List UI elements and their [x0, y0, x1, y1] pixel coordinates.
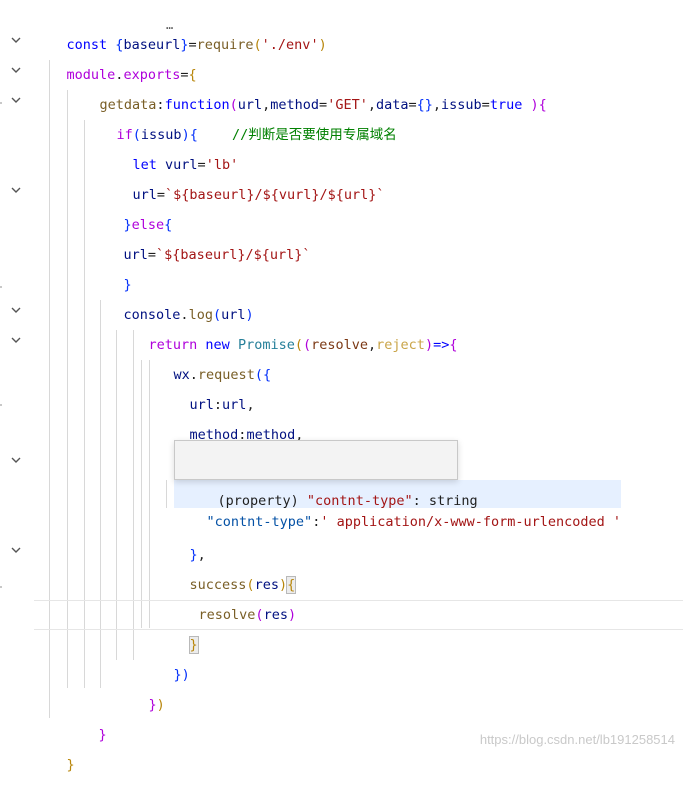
tooltip-separator: :	[412, 493, 429, 509]
code-comment: //判断是否要使用专属域名	[232, 127, 397, 143]
token: }	[98, 727, 107, 743]
code-line[interactable]: url=`${baseurl}/${vurl}/${url}`	[100, 150, 385, 203]
code-line[interactable]: const {baseurl}=require('./env')	[34, 0, 327, 53]
chevron-down-icon[interactable]	[9, 333, 23, 347]
token: {	[538, 97, 547, 113]
chevron-down-icon[interactable]	[9, 63, 23, 77]
gutter-mark	[0, 286, 2, 288]
hover-tooltip: (property) "contnt-type": string	[174, 440, 478, 509]
code-line[interactable]: method:method,	[157, 390, 304, 443]
token: =	[408, 97, 417, 113]
tooltip-property-name: "contnt-type"	[306, 493, 413, 509]
code-line[interactable]: }	[66, 690, 107, 743]
token: (	[302, 337, 312, 353]
token: resolve	[311, 337, 369, 353]
token: )	[156, 697, 165, 713]
token: ,	[368, 337, 377, 353]
token: 'GET'	[327, 97, 368, 113]
chevron-down-icon[interactable]	[9, 453, 23, 467]
chevron-down-icon[interactable]	[9, 93, 23, 107]
code-line[interactable]: module.exports={	[34, 30, 197, 83]
token: reject	[376, 337, 425, 353]
token: `${baseurl}/${vurl}/${url}`	[165, 187, 385, 203]
token: )	[318, 37, 327, 53]
gutter-mark	[0, 404, 2, 406]
code-line[interactable]: url:url,	[157, 360, 255, 413]
token: (	[229, 97, 238, 113]
code-line[interactable]: }else{	[91, 180, 173, 233]
token: {	[449, 337, 458, 353]
code-line[interactable]: return new Promise((resolve,reject)=>{	[116, 300, 458, 353]
chevron-down-icon[interactable]	[9, 303, 23, 317]
token: res	[263, 607, 288, 623]
gutter-mark	[0, 586, 2, 588]
chevron-down-icon[interactable]	[9, 543, 23, 557]
code-line[interactable]: })	[141, 630, 190, 683]
token: `${baseurl}/${url}`	[156, 247, 311, 263]
token: (	[255, 607, 264, 623]
token: =	[319, 97, 328, 113]
token: =	[481, 97, 490, 113]
token: {}	[416, 97, 433, 113]
chevron-down-icon[interactable]	[9, 183, 23, 197]
token: =>	[433, 337, 450, 353]
token: )	[287, 607, 297, 623]
token: data	[375, 97, 409, 113]
code-line[interactable]: getdata:function(url,method='GET',data={…	[67, 60, 547, 113]
token: true	[489, 97, 523, 113]
code-line[interactable]: let vurl='lb'	[100, 120, 239, 173]
token: ,	[432, 97, 442, 113]
indent-guide	[67, 90, 68, 688]
code-line[interactable]: wx.request({	[141, 330, 272, 383]
token: (	[253, 37, 262, 53]
token: }	[148, 697, 157, 713]
code-line[interactable]: console.log(url)	[91, 270, 254, 323]
token: }	[173, 667, 182, 683]
current-line-highlight	[34, 600, 683, 630]
token: )	[530, 97, 539, 113]
code-line[interactable]: url=`${baseurl}/${url}`	[91, 210, 311, 263]
token: {	[262, 367, 272, 383]
code-line[interactable]: success(res){	[157, 540, 297, 594]
gutter-mark	[0, 102, 2, 104]
token: resolve	[198, 607, 256, 623]
token: method	[270, 97, 320, 113]
token: )	[181, 667, 190, 683]
watermark: https://blog.csdn.net/lb191258514	[479, 732, 675, 747]
code-line[interactable]: })	[116, 660, 165, 713]
token: url	[237, 97, 263, 113]
token: }	[66, 757, 75, 773]
token: =	[147, 247, 157, 263]
token: issub	[441, 97, 482, 113]
token: (	[294, 337, 303, 353]
code-line[interactable]: }	[91, 240, 132, 293]
tooltip-kind: (property)	[217, 493, 307, 509]
matched-bracket: }	[188, 636, 199, 654]
chevron-down-icon[interactable]	[9, 33, 23, 47]
code-line[interactable]: }	[34, 720, 75, 773]
code-line[interactable]: }	[157, 600, 199, 654]
token: )	[424, 337, 434, 353]
token: (	[254, 367, 263, 383]
code-line[interactable]: resolve(res)	[166, 570, 297, 623]
tooltip-type: string	[428, 493, 478, 509]
token: './env'	[261, 37, 319, 53]
code-line[interactable]: if(issub){//判断是否要使用专属域名	[84, 90, 397, 143]
token: require	[196, 37, 254, 53]
token: ,	[367, 97, 376, 113]
code-editor[interactable]: … const {baseurl}=require('./env') modul…	[0, 0, 683, 773]
